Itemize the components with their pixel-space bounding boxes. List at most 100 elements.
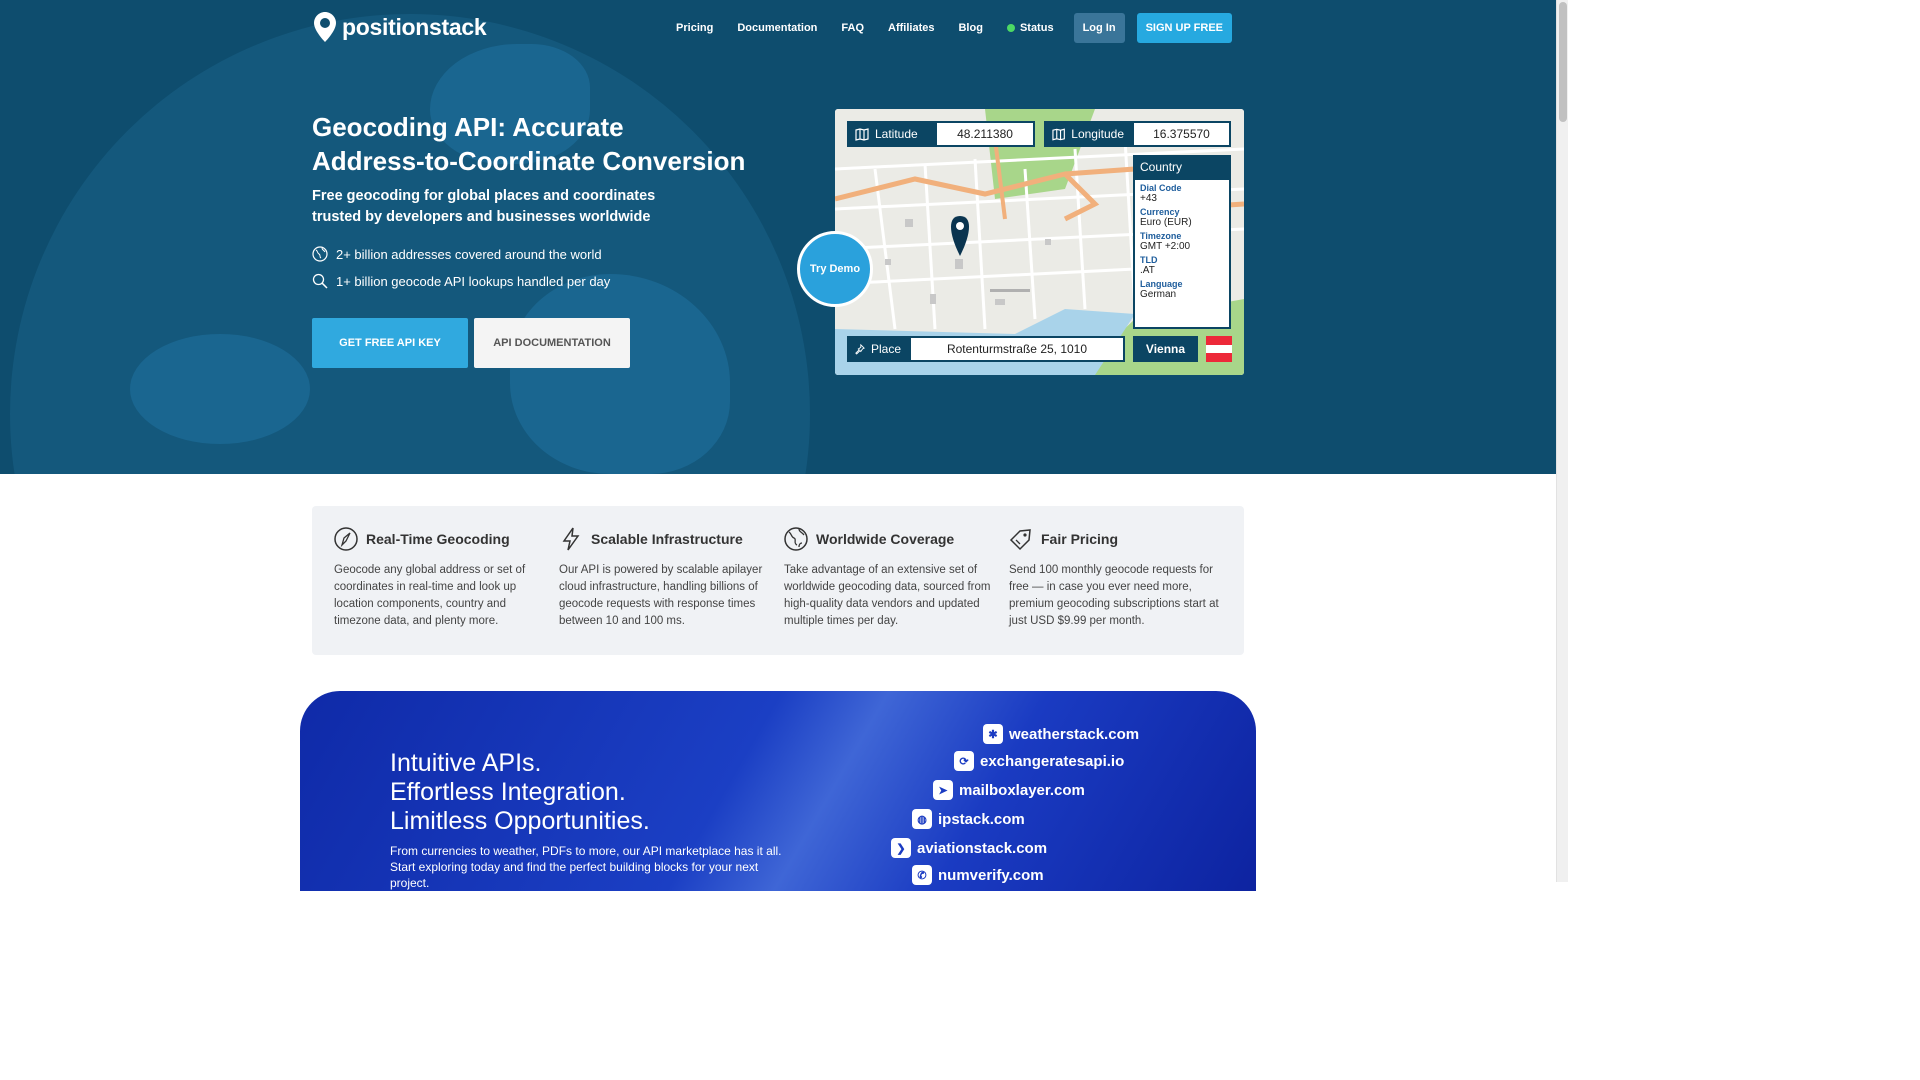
dial-code-value: +43 [1140, 193, 1157, 204]
timezone-label: Timezone [1140, 231, 1182, 241]
nav-faq[interactable]: FAQ [841, 22, 864, 34]
title-line-2: Address-to-Coordinate Conversion [312, 146, 746, 176]
stat-addresses-text: 2+ billion addresses covered around the … [336, 246, 602, 262]
status-label: Status [1019, 22, 1054, 34]
longitude-label: Longitude [1071, 127, 1124, 141]
api-marketplace-banner: Intuitive APIs. Effortless Integration. … [300, 691, 1256, 891]
brand-weatherstack[interactable]: ✱ weatherstack.com [983, 724, 1139, 744]
feature-scalable-infrastructure: Scalable Infrastructure Our API is power… [559, 526, 769, 630]
marketplace-description: From currencies to weather, PDFs to more… [390, 844, 782, 890]
nav-documentation[interactable]: Documentation [737, 22, 817, 34]
hero-section: positionstack Pricing Documentation FAQ … [0, 0, 1556, 474]
marketplace-line-2: Effortless Integration. [390, 778, 626, 806]
dial-code-label: Dial Code [1140, 183, 1182, 193]
place-label: Place [870, 342, 901, 356]
feature-fair-pricing: Fair Pricing Send 100 monthly geocode re… [1009, 526, 1219, 630]
feature-real-time-geocoding: Real-Time Geocoding Geocode any global a… [334, 526, 544, 630]
globe-icon [784, 527, 808, 551]
timezone-value: GMT +2:00 [1140, 241, 1191, 252]
pin-icon [855, 343, 865, 355]
nav-status[interactable]: Status [1006, 22, 1054, 34]
brand-mailboxlayer[interactable]: ➤ mailboxlayer.com [933, 780, 1085, 800]
snowflake-icon: ✱ [983, 724, 1003, 744]
language-value: German [1140, 289, 1177, 300]
subtitle-line-1: Free geocoding for global places and coo… [312, 188, 656, 204]
feature-text: Geocode any global address or set of coo… [334, 564, 526, 627]
price-tag-icon [1009, 529, 1031, 551]
paper-plane-icon: ➤ [933, 780, 953, 800]
austria-flag-icon [1206, 336, 1232, 362]
language-label: Language [1140, 279, 1183, 289]
flight-path-icon: ❯ [891, 838, 911, 858]
tld-value: .AT [1140, 265, 1155, 276]
brand-aviationstack[interactable]: ❯ aviationstack.com [891, 838, 1047, 858]
brand-ipstack[interactable]: ◍ ipstack.com [912, 809, 1025, 829]
title-line-1: Geocoding API: Accurate [312, 112, 624, 142]
brand-label: mailboxlayer.com [959, 781, 1085, 799]
page-scrollbar[interactable] [1556, 0, 1568, 882]
country-info-card: Country Dial Code +43 Currency Euro (EUR… [1133, 155, 1231, 329]
stat-lookups-text: 1+ billion geocode API lookups handled p… [336, 273, 611, 289]
city-badge[interactable]: Vienna [1133, 336, 1198, 362]
search-icon [312, 273, 328, 289]
brand-name: positionstack [342, 13, 487, 40]
marketplace-heading: Intuitive APIs. Effortless Integration. … [390, 749, 650, 836]
hero-subtitle: Free geocoding for global places and coo… [312, 186, 692, 228]
exchange-icon: ⟳ [954, 751, 974, 771]
subtitle-line-2: trusted by developers and businesses wor… [312, 209, 651, 225]
globe-icon [312, 246, 328, 262]
signup-button[interactable]: SIGN UP FREE [1136, 13, 1232, 43]
brand-label: weatherstack.com [1009, 725, 1140, 743]
page-title: Geocoding API: Accurate Address-to-Coord… [312, 110, 782, 178]
brand-numverify[interactable]: ✆ numverify.com [912, 865, 1044, 885]
place-field: Place Rotenturmstraße 25, 1010 [847, 336, 1125, 362]
brand-exchangeratesapi[interactable]: ⟳ exchangeratesapi.io [954, 751, 1124, 771]
marketplace-line-1: Intuitive APIs. [390, 749, 542, 777]
brand-label: ipstack.com [938, 810, 1025, 828]
stat-lookups: 1+ billion geocode API lookups handled p… [312, 273, 610, 289]
phone-icon: ✆ [912, 865, 932, 885]
latitude-field: Latitude 48.211380 [847, 121, 1035, 147]
features-panel: Real-Time Geocoding Geocode any global a… [312, 506, 1244, 655]
currency-value: Euro (EUR) [1140, 217, 1192, 228]
try-demo-button[interactable]: Try Demo [797, 231, 873, 307]
currency-label: Currency [1140, 207, 1180, 217]
brand-label: aviationstack.com [917, 839, 1048, 857]
nav-pricing[interactable]: Pricing [676, 22, 713, 34]
scrollbar-thumb[interactable] [1559, 2, 1567, 122]
globe-illustration [10, 14, 810, 474]
feature-text: Send 100 monthly geocode requests for fr… [1009, 564, 1219, 627]
map-icon [1052, 128, 1065, 140]
map-icon [855, 127, 869, 141]
map-pin-logo-icon [314, 12, 336, 42]
main-nav: Pricing Documentation FAQ Affiliates Blo… [676, 13, 1232, 43]
feature-title: Fair Pricing [1041, 531, 1119, 547]
longitude-value[interactable]: 16.375570 [1132, 121, 1231, 147]
lightning-icon [562, 527, 580, 551]
longitude-field: Longitude 16.375570 [1044, 121, 1231, 147]
logo[interactable]: positionstack [314, 12, 487, 42]
nav-blog[interactable]: Blog [958, 22, 982, 34]
geocoding-demo-map[interactable]: Latitude 48.211380 Longitude 16.375570 C… [835, 109, 1244, 375]
nav-affiliates[interactable]: Affiliates [888, 22, 934, 34]
feature-worldwide-coverage: Worldwide Coverage Take advantage of an … [784, 526, 994, 630]
country-title: Country [1135, 157, 1229, 180]
feature-title: Real-Time Geocoding [366, 531, 510, 547]
feature-title: Scalable Infrastructure [591, 531, 743, 547]
api-documentation-button[interactable]: API DOCUMENTATION [474, 318, 630, 368]
latitude-label: Latitude [875, 127, 918, 141]
status-dot-icon [1006, 24, 1015, 33]
brand-label: numverify.com [938, 866, 1044, 884]
brand-label: exchangeratesapi.io [980, 752, 1125, 770]
latitude-value[interactable]: 48.211380 [935, 121, 1035, 147]
compass-icon [334, 527, 358, 551]
feature-title: Worldwide Coverage [816, 531, 955, 547]
place-value[interactable]: Rotenturmstraße 25, 1010 [909, 336, 1125, 362]
stat-addresses: 2+ billion addresses covered around the … [312, 246, 602, 262]
tld-label: TLD [1140, 255, 1158, 265]
login-button[interactable]: Log In [1073, 13, 1125, 43]
globe-icon: ◍ [912, 809, 932, 829]
feature-text: Our API is powered by scalable apilayer … [559, 564, 763, 627]
feature-text: Take advantage of an extensive set of wo… [784, 564, 991, 627]
get-api-key-button[interactable]: GET FREE API KEY [312, 318, 468, 368]
